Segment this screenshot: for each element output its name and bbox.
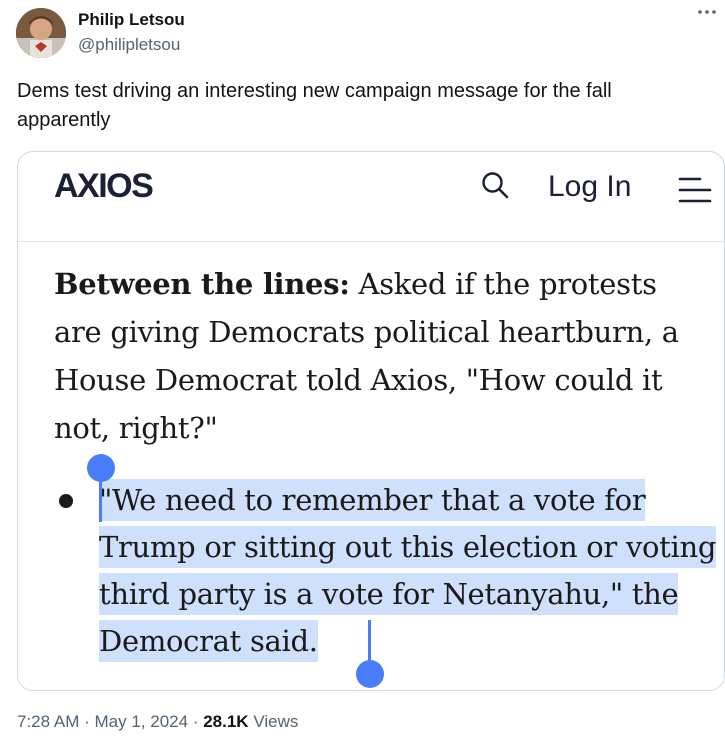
avatar-image [16, 8, 66, 58]
login-link: Log In [548, 170, 632, 203]
menu-icon [678, 177, 712, 203]
selection-start-caret [99, 478, 102, 522]
quote-paragraph: "We need to remember that a vote for Tru… [99, 477, 719, 665]
selected-quote-text: "We need to remember that a vote for Tru… [99, 479, 716, 662]
tweet-meta: 7:28 AM · May 1, 2024 · 28.1K Views [17, 712, 298, 732]
axios-header: AXIOS Log In [18, 152, 724, 242]
search-icon [482, 172, 509, 199]
meta-separator: · [84, 712, 90, 731]
avatar[interactable] [16, 8, 66, 58]
article-paragraph: Between the lines: Asked if the protests… [54, 260, 704, 452]
bullet-dot [59, 494, 73, 508]
views-label: Views [253, 712, 299, 731]
selection-start-handle [87, 454, 115, 482]
author-handle[interactable]: @philipletsou [78, 35, 180, 55]
attached-screenshot[interactable]: AXIOS Log In Between the lines: Asked if… [17, 151, 725, 691]
author-name[interactable]: Philip Letsou [78, 10, 185, 30]
axios-logo: AXIOS [54, 167, 154, 205]
selection-end-caret [368, 620, 371, 664]
more-horizontal-icon[interactable] [695, 0, 719, 24]
tweet-text: Dems test driving an interesting new cam… [17, 80, 612, 131]
selection-end-handle [356, 660, 384, 688]
tweet-time[interactable]: 7:28 AM [17, 712, 79, 731]
meta-separator: · [192, 712, 199, 731]
article-lead: Between the lines: [54, 267, 350, 301]
tweet-date[interactable]: May 1, 2024 [95, 712, 189, 731]
views-count[interactable]: 28.1K [203, 712, 248, 731]
